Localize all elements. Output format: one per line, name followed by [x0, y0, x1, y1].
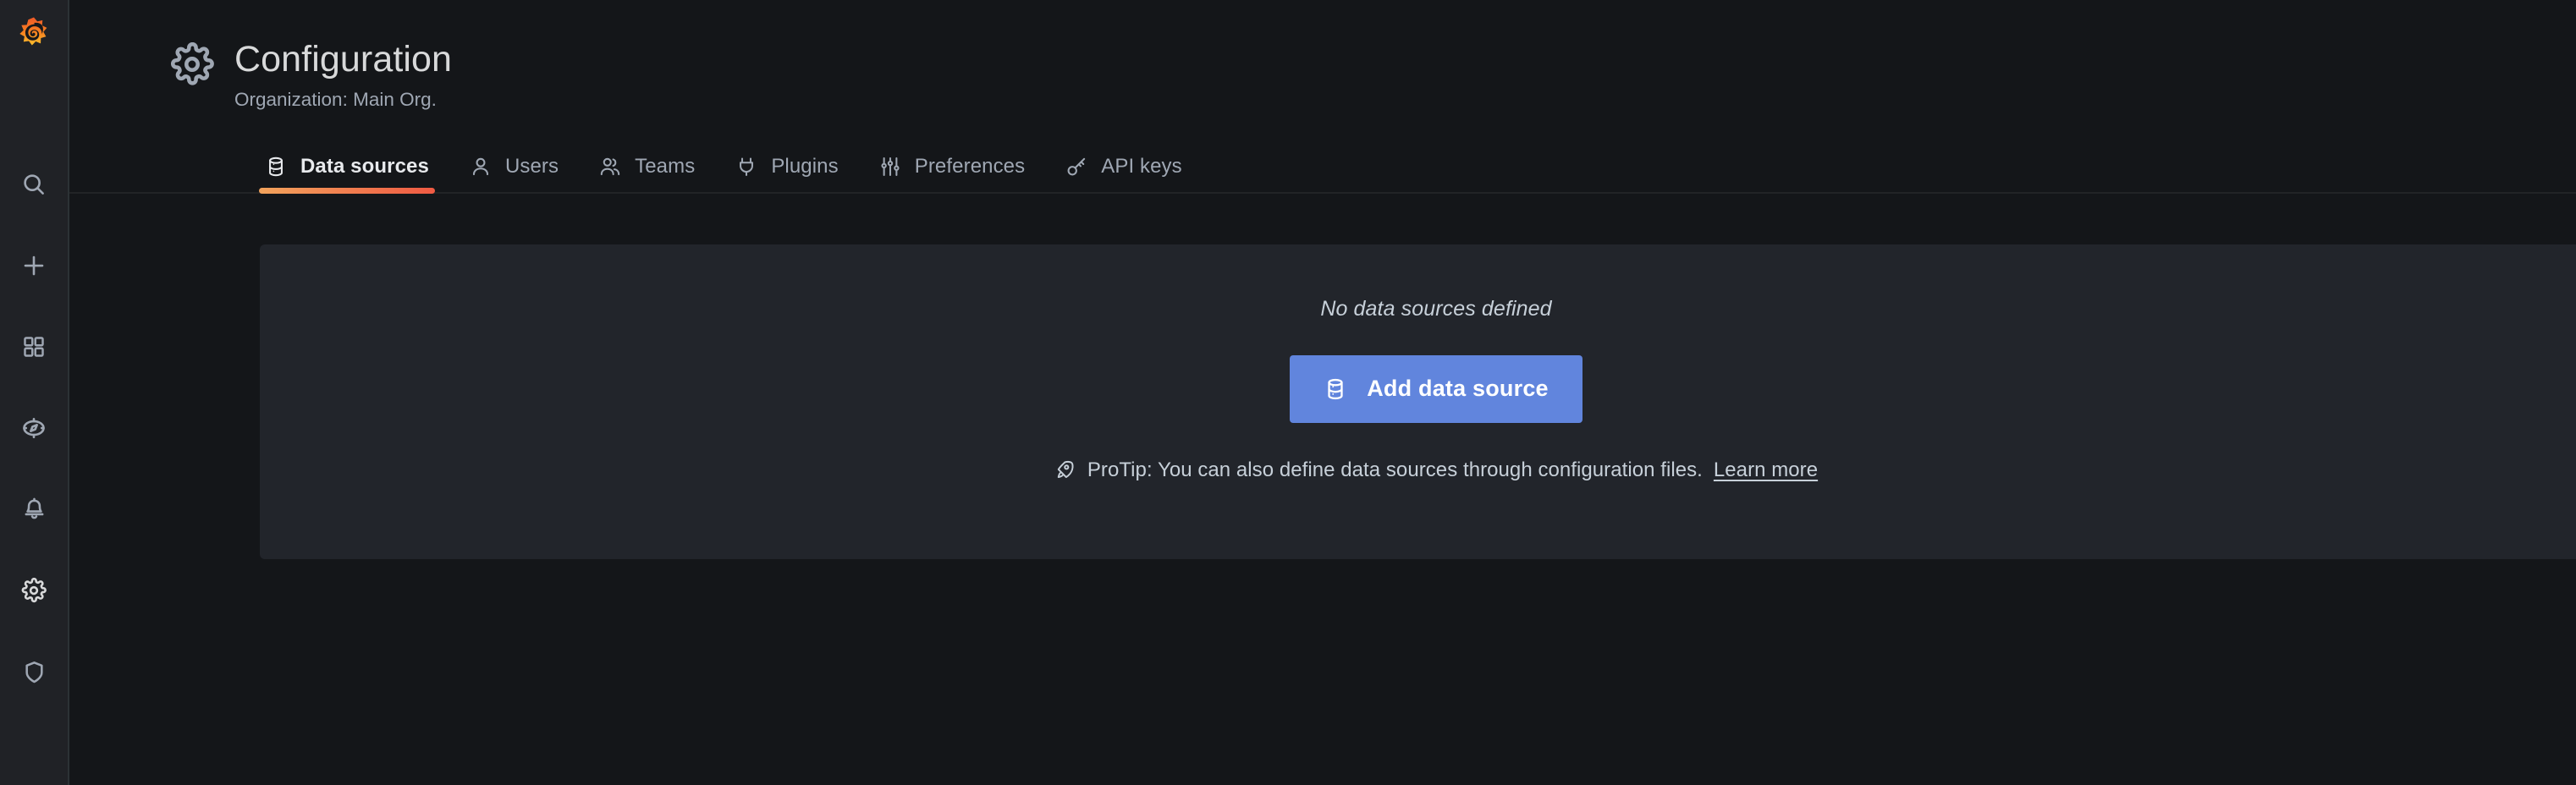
tab-data-sources[interactable]: Data sources	[245, 147, 449, 194]
grafana-logo[interactable]	[0, 0, 69, 69]
gear-icon	[21, 578, 47, 603]
main-navigation-sidebar	[0, 0, 69, 785]
add-data-source-button[interactable]: Add data source	[1290, 354, 1582, 423]
tab-teams[interactable]: Teams	[579, 147, 715, 192]
plus-icon	[24, 255, 44, 276]
tab-preferences[interactable]: Preferences	[859, 147, 1046, 192]
main-content-area: Configuration Organization: Main Org. Da…	[69, 0, 2576, 785]
rocket-icon	[1054, 459, 1076, 481]
sidebar-nav-items	[0, 144, 69, 712]
tab-label: Plugins	[771, 154, 839, 178]
app-root: Configuration Organization: Main Org. Da…	[0, 0, 2576, 785]
tab-label: Data sources	[300, 154, 429, 178]
sidebar-item-explore[interactable]	[0, 387, 69, 469]
plug-icon	[735, 156, 757, 178]
page-subtitle: Organization: Main Org.	[234, 88, 437, 110]
tab-users[interactable]: Users	[449, 147, 579, 192]
tab-label: Users	[504, 154, 559, 178]
compass-icon	[23, 417, 45, 439]
user-icon	[470, 156, 492, 178]
database-icon	[1324, 377, 1347, 401]
sliders-icon	[879, 156, 901, 178]
apps-icon	[24, 337, 44, 357]
protip-row: ProTip: You can also define data sources…	[1054, 458, 1818, 482]
protip-text: ProTip: You can also define data sources…	[1087, 458, 1703, 481]
page-title: Configuration	[234, 39, 453, 80]
sidebar-item-alerting[interactable]	[0, 469, 69, 550]
tab-label: Teams	[635, 154, 696, 178]
tab-label: API keys	[1101, 154, 1182, 178]
sidebar-item-dashboards[interactable]	[0, 306, 69, 387]
database-icon	[265, 156, 287, 178]
users-icon	[599, 156, 621, 178]
tab-label: Preferences	[914, 154, 1026, 178]
bell-icon	[25, 497, 43, 519]
search-icon	[24, 174, 44, 195]
page-header-text: Configuration Organization: Main Org.	[234, 39, 452, 114]
sidebar-item-configuration[interactable]	[0, 550, 69, 631]
configuration-tabbar: Data sources Users Teams Plugins Prefere…	[69, 147, 2576, 194]
content-area: No data sources defined Add data source	[69, 194, 2576, 785]
data-sources-empty-panel: No data sources defined Add data source	[260, 244, 2576, 559]
sidebar-item-search[interactable]	[0, 144, 69, 225]
tab-api-keys[interactable]: API keys	[1045, 147, 1203, 192]
key-icon	[1065, 156, 1087, 178]
tab-plugins[interactable]: Plugins	[715, 147, 858, 192]
shield-icon	[25, 661, 43, 683]
empty-state-message: No data sources defined	[1320, 296, 1552, 321]
learn-more-link[interactable]: Learn more	[1714, 458, 1818, 482]
sidebar-item-create[interactable]	[0, 225, 69, 306]
sidebar-item-server-admin[interactable]	[0, 631, 69, 712]
page-header: Configuration Organization: Main Org.	[69, 0, 2576, 114]
page-header-gear-icon	[170, 42, 214, 86]
add-data-source-label: Add data source	[1367, 376, 1549, 402]
